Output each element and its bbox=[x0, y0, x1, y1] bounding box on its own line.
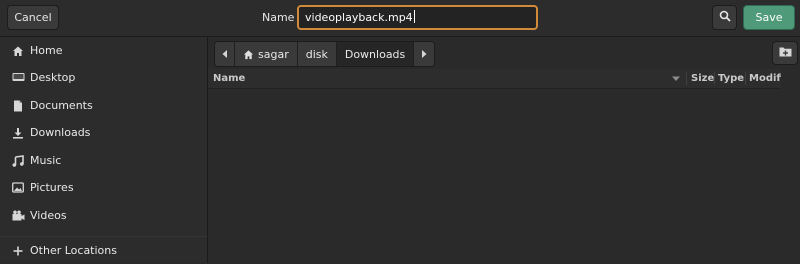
header-bar: Cancel Name videoplayback.mp4 Save bbox=[0, 0, 800, 37]
file-browser: sagar disk Downloads Name Size Type Modi… bbox=[208, 37, 800, 263]
new-folder-icon bbox=[779, 46, 792, 60]
sidebar-item-other-locations[interactable]: Other Locations bbox=[0, 237, 207, 264]
sidebar-item-label: Home bbox=[30, 44, 63, 57]
path-crumb-home[interactable]: sagar bbox=[235, 42, 298, 66]
cancel-button[interactable]: Cancel bbox=[7, 5, 59, 30]
column-divider bbox=[745, 72, 746, 85]
scrollbar-gutter bbox=[781, 69, 800, 263]
column-divider bbox=[714, 72, 715, 85]
sidebar-item-label: Desktop bbox=[30, 71, 76, 84]
text-caret bbox=[413, 10, 415, 23]
sidebar-item-music[interactable]: Music bbox=[0, 147, 207, 174]
path-bar: sagar disk Downloads bbox=[214, 41, 436, 67]
sidebar-item-videos[interactable]: Videos bbox=[0, 202, 207, 229]
path-crumb-disk[interactable]: disk bbox=[297, 42, 337, 66]
sidebar-item-pictures[interactable]: Pictures bbox=[0, 174, 207, 201]
plus-icon bbox=[11, 244, 25, 258]
save-button[interactable]: Save bbox=[743, 5, 795, 30]
file-list[interactable] bbox=[208, 89, 781, 263]
path-crumb-downloads[interactable]: Downloads bbox=[336, 42, 415, 66]
new-folder-button[interactable] bbox=[772, 41, 798, 65]
download-icon bbox=[11, 126, 25, 140]
path-scroll-right-button[interactable] bbox=[414, 42, 435, 66]
home-icon bbox=[243, 49, 254, 60]
search-button[interactable] bbox=[712, 5, 737, 30]
path-scroll-left-button[interactable] bbox=[215, 42, 235, 66]
sidebar-item-label: Other Locations bbox=[30, 244, 117, 257]
filename-input[interactable]: videoplayback.mp4 bbox=[297, 5, 538, 30]
pictures-icon bbox=[11, 181, 25, 195]
sort-descending-icon[interactable] bbox=[672, 69, 680, 88]
column-size[interactable]: Size bbox=[691, 69, 714, 88]
sidebar-item-label: Videos bbox=[30, 209, 67, 222]
column-divider bbox=[686, 72, 687, 85]
sidebar-item-label: Pictures bbox=[30, 181, 74, 194]
sidebar-item-downloads[interactable]: Downloads bbox=[0, 119, 207, 146]
search-icon bbox=[719, 10, 731, 25]
chevron-left-icon bbox=[222, 48, 228, 61]
name-label: Name bbox=[262, 11, 295, 24]
column-modified[interactable]: Modified bbox=[749, 69, 781, 88]
desktop-icon bbox=[11, 71, 25, 85]
sidebar-item-documents[interactable]: Documents bbox=[0, 92, 207, 119]
document-icon bbox=[11, 99, 25, 113]
videos-icon bbox=[11, 209, 25, 223]
filename-value: videoplayback.mp4 bbox=[305, 11, 413, 24]
column-header: Name Size Type Modified bbox=[208, 69, 781, 89]
sidebar-item-desktop[interactable]: Desktop bbox=[0, 64, 207, 91]
path-crumb-label: sagar bbox=[258, 47, 289, 61]
home-icon bbox=[11, 44, 25, 58]
sidebar-item-label: Downloads bbox=[30, 126, 91, 139]
sidebar-item-label: Music bbox=[30, 154, 62, 167]
places-sidebar: Home Desktop Documents Downloads Music P… bbox=[0, 37, 208, 263]
column-type[interactable]: Type bbox=[718, 69, 744, 88]
music-icon bbox=[11, 154, 25, 168]
column-name[interactable]: Name bbox=[213, 69, 245, 88]
sidebar-item-label: Documents bbox=[30, 99, 93, 112]
chevron-right-icon bbox=[421, 48, 427, 61]
sidebar-item-home[interactable]: Home bbox=[0, 37, 207, 64]
